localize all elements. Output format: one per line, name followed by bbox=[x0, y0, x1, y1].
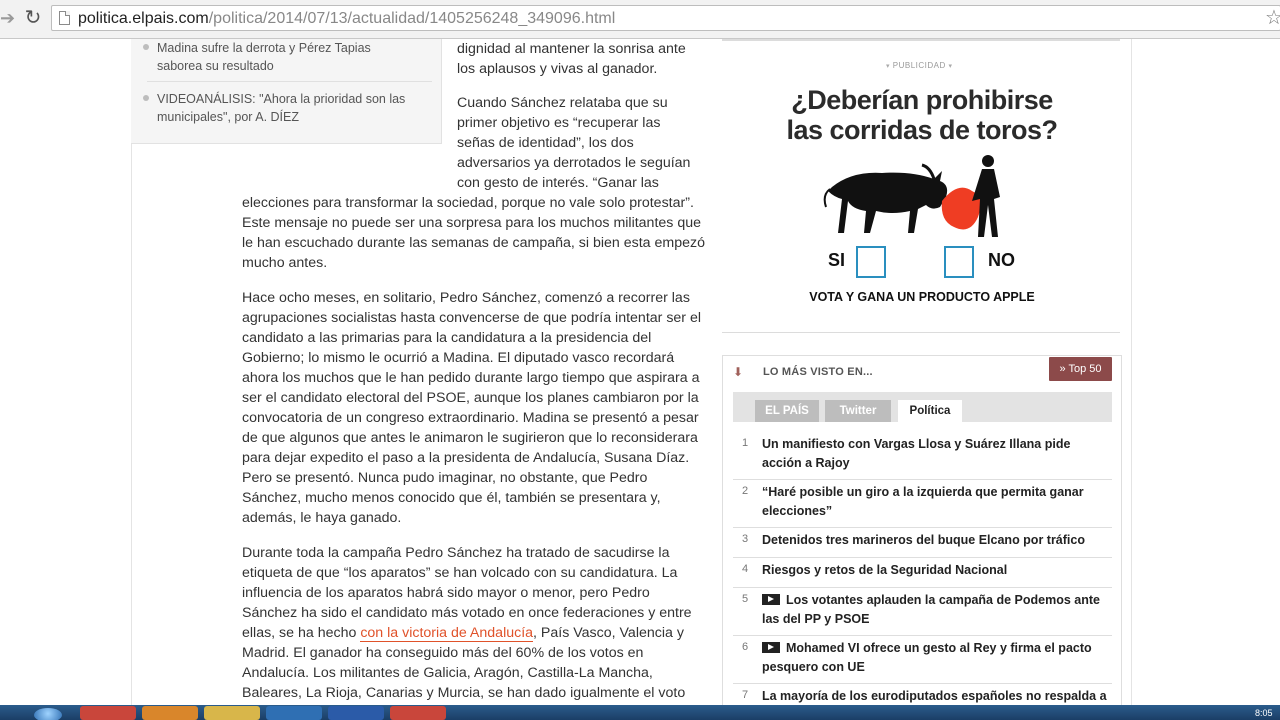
ad-no-label: NO bbox=[988, 250, 1015, 270]
page-icon bbox=[59, 11, 70, 25]
address-bar[interactable]: politica.elpais.com/politica/2014/07/13/… bbox=[51, 5, 1280, 31]
most-viewed-item[interactable]: 4 Riesgos y retos de la Seguridad Nacion… bbox=[733, 558, 1112, 588]
related-news-box: Madina sufre la derrota y Pérez Tapias s… bbox=[131, 39, 442, 144]
bookmark-star-icon[interactable]: ☆ bbox=[1265, 6, 1280, 30]
taskbar-clock: 8:05 bbox=[1255, 708, 1273, 718]
most-viewed-title: LO MÁS VISTO EN... bbox=[763, 366, 873, 378]
article-paragraph-1-top: Cuando Sánchez relataba que su primer ob… bbox=[457, 95, 691, 191]
download-arrow-icon: ⬇ bbox=[733, 365, 744, 379]
article-paragraph-3: Durante toda la campaña Pedro Sánchez ha… bbox=[242, 545, 692, 701]
advertisement[interactable]: ¿Deberían prohibirse las corridas de tor… bbox=[772, 73, 1072, 323]
url-host: politica.elpais.com bbox=[78, 10, 209, 27]
most-viewed-widget: ⬇ LO MÁS VISTO EN... » Top 50 EL PAÍS Tw… bbox=[722, 355, 1122, 705]
ie-icon[interactable] bbox=[34, 708, 62, 720]
page-frame-right bbox=[1131, 39, 1132, 705]
most-viewed-item[interactable]: 1 Un manifiesto con Vargas Llosa y Suáre… bbox=[733, 432, 1112, 480]
sidebar-divider bbox=[722, 39, 1120, 41]
powerpoint-taskbar-button[interactable] bbox=[390, 706, 446, 720]
back-arrow-icon[interactable]: ➔ bbox=[0, 8, 15, 28]
tab-el-pais[interactable]: EL PAÍS bbox=[755, 400, 819, 422]
tab-politica[interactable]: Política bbox=[898, 400, 962, 422]
bullfight-illustration-icon bbox=[823, 155, 1000, 237]
outlook-taskbar-button[interactable] bbox=[266, 706, 322, 720]
tab-twitter[interactable]: Twitter bbox=[825, 400, 891, 422]
word-taskbar-button[interactable] bbox=[328, 706, 384, 720]
related-link-1[interactable]: Madina sufre la derrota y Pérez Tapias s… bbox=[143, 39, 417, 75]
ad-call-to-action: VOTA Y GANA UN PRODUCTO APPLE bbox=[809, 290, 1035, 304]
ad-no-checkbox[interactable] bbox=[944, 246, 974, 278]
ad-question-line1: ¿Deberían prohibirse bbox=[791, 85, 1053, 115]
most-viewed-tabs: EL PAÍS Twitter Política bbox=[733, 392, 1112, 422]
chrome-taskbar-button[interactable] bbox=[80, 706, 136, 720]
os-taskbar: 8:05 bbox=[0, 705, 1280, 720]
ad-yes-label: SI bbox=[828, 250, 846, 270]
top50-button[interactable]: » Top 50 bbox=[1049, 357, 1112, 381]
url-text: politica.elpais.com/politica/2014/07/13/… bbox=[78, 10, 615, 28]
web-page: Madina sufre la derrota y Pérez Tapias s… bbox=[0, 39, 1280, 705]
browser-toolbar: ➔ ↻ politica.elpais.com/politica/2014/07… bbox=[0, 0, 1280, 39]
andalucia-victory-link[interactable]: con la victoria de Andalucía bbox=[360, 625, 534, 642]
article-paragraph-1-rest: elecciones para transformar la sociedad,… bbox=[242, 195, 705, 271]
divider bbox=[147, 81, 432, 82]
most-viewed-item[interactable]: 7 La mayoría de los eurodiputados españo… bbox=[733, 684, 1112, 705]
url-path: /politica/2014/07/13/actualidad/14052562… bbox=[208, 10, 616, 27]
related-link-2[interactable]: VIDEOANÁLISIS: "Ahora la prioridad son l… bbox=[143, 90, 417, 126]
reload-icon[interactable]: ↻ bbox=[22, 6, 44, 30]
most-viewed-item[interactable]: 6 Mohamed VI ofrece un gesto al Rey y fi… bbox=[733, 636, 1112, 684]
firefox-taskbar-button[interactable] bbox=[142, 706, 198, 720]
most-viewed-item[interactable]: 2 “Haré posible un giro a la izquierda q… bbox=[733, 480, 1112, 528]
video-icon bbox=[762, 594, 780, 605]
explorer-taskbar-button[interactable] bbox=[204, 706, 260, 720]
bullet-icon bbox=[143, 95, 149, 101]
most-viewed-item[interactable]: 3 Detenidos tres marineros del buque Elc… bbox=[733, 528, 1112, 558]
article-paragraph-0: dignidad al mantener la sonrisa ante los… bbox=[457, 41, 686, 77]
ad-yes-checkbox[interactable] bbox=[856, 246, 886, 278]
most-viewed-item[interactable]: 5 Los votantes aplauden la campaña de Po… bbox=[733, 588, 1112, 636]
video-icon bbox=[762, 642, 780, 653]
ad-question-line2: las corridas de toros? bbox=[786, 115, 1058, 145]
ad-label: ▾ PUBLICIDAD ▾ bbox=[886, 61, 953, 70]
sidebar-divider bbox=[722, 332, 1120, 333]
article-paragraph-2: Hace ocho meses, en solitario, Pedro Sán… bbox=[242, 290, 702, 526]
bullet-icon bbox=[143, 44, 149, 50]
